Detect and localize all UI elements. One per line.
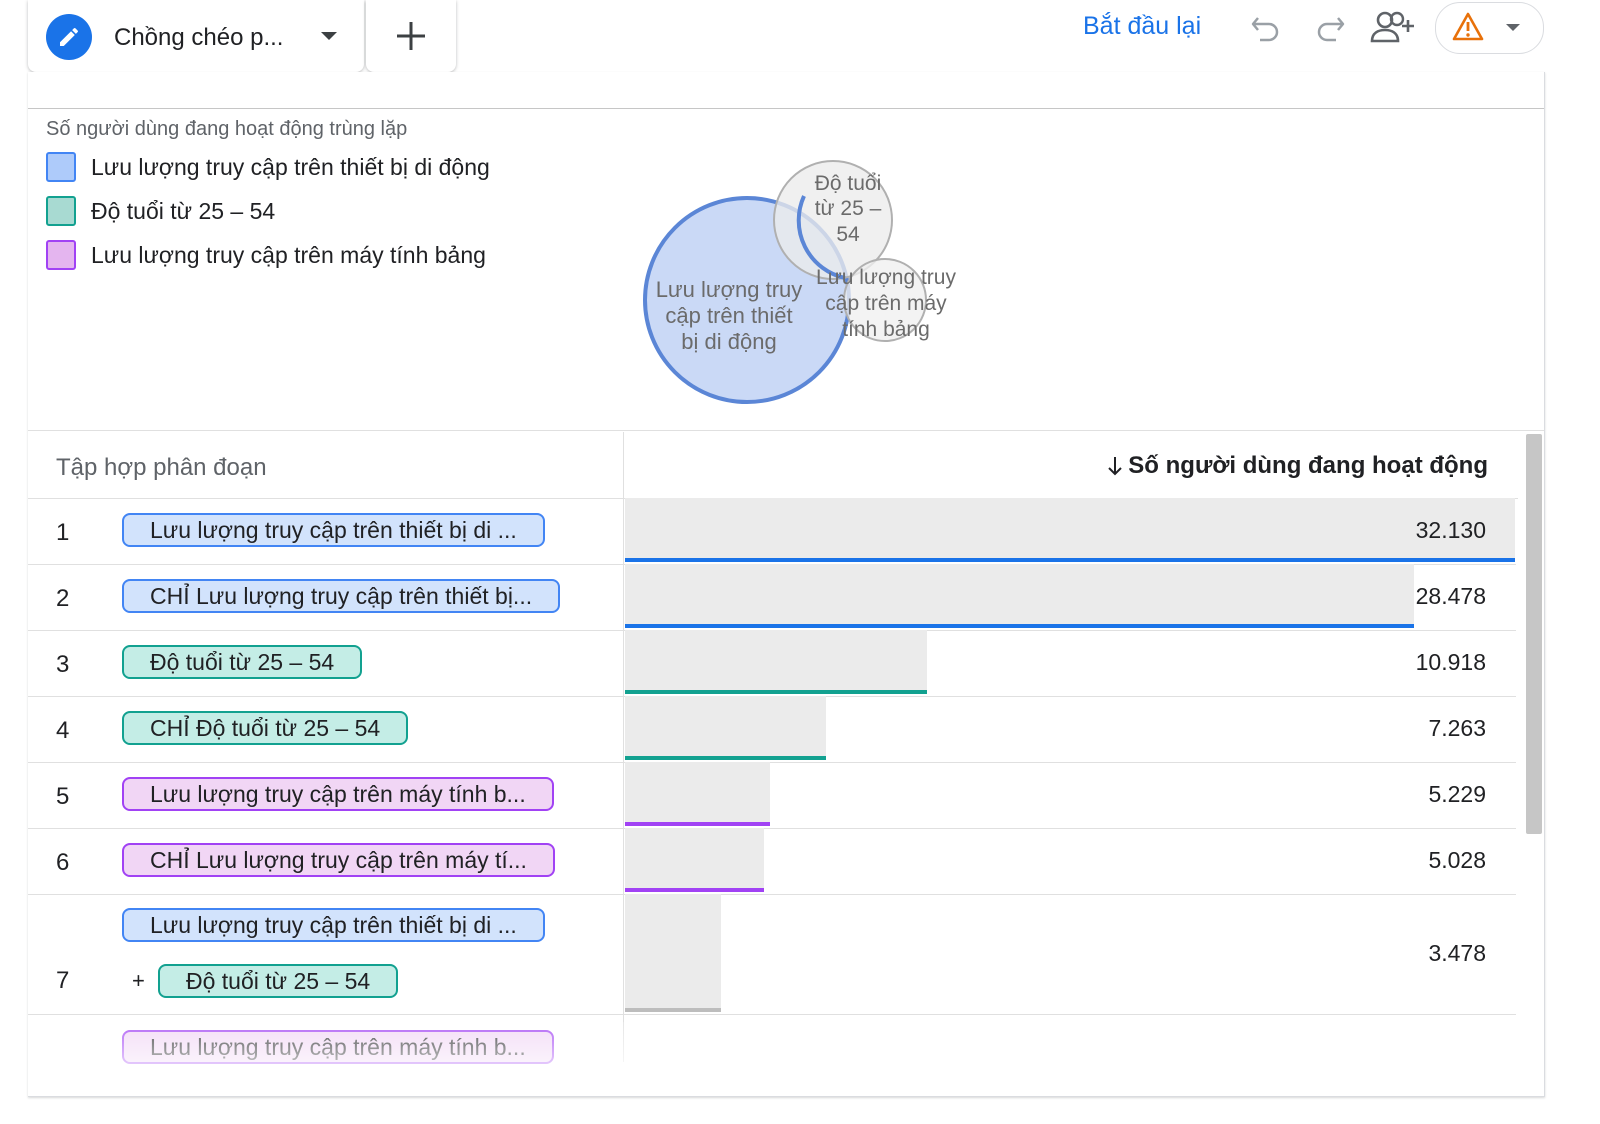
legend-swatch-tablet [46,240,76,270]
row-number: 1 [56,519,70,546]
venn-label-tablet-line3: tính bảng [842,318,930,341]
active-users-value: 28.478 [1415,583,1486,609]
legend-item-mobile[interactable]: Lưu lượng truy cập trên thiết bị di động [46,152,490,182]
table-row[interactable]: 6 CHỈ Lưu lượng truy cập trên máy tí... 5.… [28,828,1516,895]
warning-icon [1452,12,1484,41]
venn-label-mobile-line1: Lưu lượng truy [656,277,803,302]
table-header: Tập hợp phân đoạn Số người dùng đang hoạ… [28,432,1518,499]
row-number: 4 [56,717,70,744]
table-row[interactable]: 4 CHỈ Độ tuổi từ 25 – 54 7.263 [28,696,1516,763]
value-bar [625,762,770,824]
value-bar [625,498,1515,560]
undo-icon[interactable] [1250,12,1282,44]
venn-label-age-line1: Độ tuổi [815,172,882,195]
legend-item-tablet[interactable]: Lưu lượng truy cập trên máy tính bảng [46,240,486,270]
active-users-value: 7.263 [1428,715,1486,741]
value-bar-underline [625,690,927,694]
active-users-value: 3.478 [1428,940,1486,966]
divider [28,108,1544,109]
segment-chip[interactable]: Lưu lượng truy cập trên thiết bị di ... [122,908,545,942]
value-bar-underline [625,888,764,892]
scroll-fade [28,1022,1518,1082]
value-bar-underline [625,624,1414,628]
caret-down-icon[interactable] [318,28,340,44]
plus-sign: + [132,968,145,993]
venn-label-mobile-line2: cập trên thiết [665,303,792,328]
value-bar [625,894,721,1010]
value-bar [625,828,764,890]
legend-swatch-mobile [46,152,76,182]
add-tab-button[interactable] [366,0,456,72]
column-header-segments[interactable]: Tập hợp phân đoạn [56,454,267,482]
segment-chip[interactable]: CHỈ Lưu lượng truy cập trên máy tí... [122,843,555,877]
active-users-value: 10.918 [1415,649,1486,675]
value-bar-underline [625,1008,721,1012]
row-number: 2 [56,585,70,612]
venn-label-tablet-line1: Lưu lượng truy [816,266,956,289]
column-header-active-users-label: Số người dùng đang hoạt động [1128,452,1488,479]
legend-label: Lưu lượng truy cập trên thiết bị di động [91,153,490,180]
segment-chip[interactable]: Lưu lượng truy cập trên máy tính b... [122,777,554,811]
redo-icon[interactable] [1314,12,1346,44]
plus-icon [397,22,425,50]
legend-item-age[interactable]: Độ tuổi từ 25 – 54 [46,196,275,226]
pencil-icon [60,27,79,46]
table-scrollbar[interactable] [1526,434,1542,834]
overlap-card: Số người dùng đang hoạt động trùng lặp L… [28,72,1545,1097]
tab-title: Chồng chéo p... [114,24,284,51]
venn-diagram[interactable]: Lưu lượng truy cập trên thiết bị di động Đ… [628,152,1028,412]
value-bar-underline [625,558,1515,562]
active-users-value: 32.130 [1415,517,1486,543]
value-bar-underline [625,756,826,760]
divider [28,430,1544,431]
segment-overlap-tab[interactable]: Chồng chéo p... [28,0,364,72]
segment-chip[interactable]: CHỈ Độ tuổi từ 25 – 54 [122,711,409,745]
caret-down-icon [1506,24,1520,31]
row-number: 5 [56,783,70,810]
column-header-active-users[interactable]: Số người dùng đang hoạt động [1106,452,1488,480]
venn-label-age-line2: từ 25 – [815,197,882,220]
table-row[interactable]: 3 Độ tuổi từ 25 – 54 10.918 [28,630,1516,697]
table-row[interactable]: 5 Lưu lượng truy cập trên máy tính b... 5.… [28,762,1516,829]
arrow-down-icon [1108,457,1122,476]
segment-chip[interactable]: Độ tuổi từ 25 – 54 [122,645,363,679]
restart-button[interactable]: Bắt đầu lại [1083,12,1201,41]
row-number: 6 [56,849,70,876]
venn-label-age-line3: 54 [836,223,860,246]
legend-label: Lưu lượng truy cập trên máy tính bảng [91,241,486,268]
chart-title: Số người dùng đang hoạt động trùng lặp [46,118,408,140]
value-bar-underline [625,822,770,826]
row-number: 3 [56,651,70,678]
table-row[interactable]: 1 Lưu lượng truy cập trên thiết bị di ...… [28,498,1516,565]
active-users-value: 5.229 [1428,781,1486,807]
segment-chip[interactable]: Độ tuổi từ 25 – 54 [158,964,399,998]
segment-chip[interactable]: CHỈ Lưu lượng truy cập trên thiết bị... [122,579,561,613]
table-row[interactable]: 2 CHỈ Lưu lượng truy cập trên thiết bị...… [28,564,1516,631]
edit-tab-button[interactable] [46,14,92,60]
value-bar [625,564,1414,626]
row-number: 7 [56,967,70,994]
legend-swatch-age [46,196,76,226]
warning-menu-button[interactable] [1435,2,1544,54]
active-users-value: 5.028 [1428,847,1486,873]
value-bar [625,696,826,758]
add-user-icon[interactable] [1370,10,1416,44]
segment-chip[interactable]: Lưu lượng truy cập trên thiết bị di ... [122,513,545,547]
legend-label: Độ tuổi từ 25 – 54 [91,197,276,224]
venn-label-mobile-line3: bị di động [681,329,776,354]
venn-label-tablet-line2: cập trên máy [825,292,947,315]
table-row[interactable]: 7 Lưu lượng truy cập trên thiết bị di ...… [28,894,1516,1015]
value-bar [625,630,927,692]
